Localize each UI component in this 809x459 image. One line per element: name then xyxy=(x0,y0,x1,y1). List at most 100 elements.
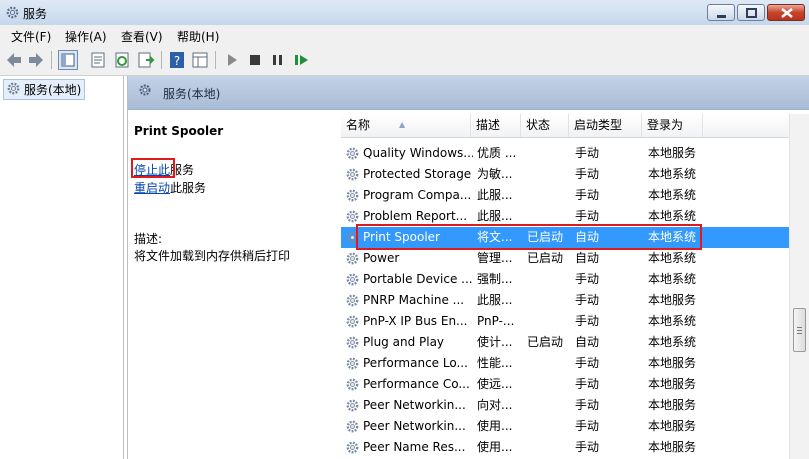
service-row[interactable]: Peer Name Res... 使用... 手动 本地服务 xyxy=(341,437,789,458)
service-gear-icon xyxy=(346,441,359,454)
start-service-icon[interactable] xyxy=(222,50,242,70)
service-row[interactable]: Quality Windows... 优质 ... 手动 本地服务 xyxy=(341,143,789,164)
description-text: 将文件加载到内存供稍后打印 xyxy=(134,249,291,263)
service-row[interactable]: Peer Networkin... 使用... 手动 本地服务 xyxy=(341,416,789,437)
toolbar: ? xyxy=(0,45,809,76)
service-logon-as: 本地服务 xyxy=(648,419,697,433)
service-status: 已启动 xyxy=(527,251,564,265)
service-gear-icon xyxy=(346,168,359,181)
pause-service-icon[interactable] xyxy=(268,50,288,70)
service-name: Plug and Play xyxy=(363,335,445,349)
service-description: 此服... xyxy=(477,293,513,307)
service-description: 向对... xyxy=(477,398,513,412)
restart-service-icon[interactable] xyxy=(291,50,311,70)
menu-action[interactable]: 操作(A) xyxy=(65,28,107,45)
service-row[interactable]: Program Compa... 此服... 手动 本地系统 xyxy=(341,185,789,206)
service-name: Protected Storage xyxy=(363,167,472,181)
service-logon-as: 本地服务 xyxy=(648,356,697,370)
column-header-startup-type[interactable]: 启动类型 xyxy=(569,114,642,137)
service-name: Quality Windows... xyxy=(363,146,473,160)
service-gear-icon xyxy=(346,231,359,244)
service-row[interactable]: Print Spooler 将文... 已启动 自动 本地系统 xyxy=(341,227,789,248)
maximize-button[interactable] xyxy=(737,4,765,21)
service-description: 使计... xyxy=(477,335,513,349)
title-bar: 服务 xyxy=(0,0,809,26)
toolbar-separator xyxy=(161,51,162,69)
service-row[interactable]: Peer Networkin... 向对... 手动 本地服务 xyxy=(341,395,789,416)
minimize-button[interactable] xyxy=(707,4,735,21)
view-icon[interactable] xyxy=(190,50,210,70)
service-gear-icon xyxy=(346,189,359,202)
service-startup-type: 手动 xyxy=(575,146,600,160)
scrollbar-thumb[interactable] xyxy=(793,308,806,352)
search-gear-icon xyxy=(139,84,151,96)
list-header: ▲ 名称 描述 状态 启动类型 登录为 xyxy=(341,114,789,138)
tree-node-services-local[interactable]: 服务(本地) xyxy=(3,79,86,100)
menu-view[interactable]: 查看(V) xyxy=(121,28,163,45)
column-header-name[interactable]: ▲ 名称 xyxy=(341,114,471,137)
service-gear-icon xyxy=(346,336,359,349)
properties-sheet-icon[interactable] xyxy=(88,50,108,70)
pane-header: 服务(本地) xyxy=(128,76,809,110)
service-description: 使用... xyxy=(477,440,513,454)
column-header-description-label: 描述 xyxy=(476,118,501,132)
service-row[interactable]: Performance Lo... 性能... 手动 本地服务 xyxy=(341,353,789,374)
service-startup-type: 手动 xyxy=(575,314,600,328)
close-button[interactable] xyxy=(767,4,805,21)
service-startup-type: 自动 xyxy=(575,335,600,349)
service-row[interactable]: PNRP Machine ... 此服... 手动 本地服务 xyxy=(341,290,789,311)
service-row[interactable]: PnP-X IP Bus En... PnP-... 手动 本地系统 xyxy=(341,311,789,332)
service-description: PnP-... xyxy=(477,314,515,328)
column-header-logon-as[interactable]: 登录为 xyxy=(642,114,703,137)
restart-service-link[interactable]: 重启动 xyxy=(134,181,170,195)
service-row[interactable]: Performance Co... 使远... 手动 本地服务 xyxy=(341,374,789,395)
show-console-tree-button[interactable] xyxy=(58,50,78,70)
service-startup-type: 手动 xyxy=(575,188,600,202)
service-gear-icon xyxy=(346,252,359,265)
sort-arrow-icon: ▲ xyxy=(399,120,406,129)
vertical-scrollbar[interactable] xyxy=(789,114,809,459)
column-header-status-label: 状态 xyxy=(526,118,551,132)
toolbar-separator xyxy=(215,51,216,69)
minimize-icon xyxy=(717,15,726,18)
service-logon-as: 本地系统 xyxy=(648,167,697,181)
service-row[interactable]: Power 管理... 已启动 自动 本地系统 xyxy=(341,248,789,269)
service-gear-icon xyxy=(346,357,359,370)
service-gear-icon xyxy=(346,294,359,307)
service-gear-icon xyxy=(346,210,359,223)
service-row[interactable]: Portable Device ... 强制... 手动 本地系统 xyxy=(341,269,789,290)
menu-file[interactable]: 文件(F) xyxy=(11,28,51,45)
refresh-icon[interactable] xyxy=(112,50,132,70)
service-name: Peer Networkin... xyxy=(363,398,466,412)
stop-service-icon[interactable] xyxy=(245,50,265,70)
back-arrow-icon[interactable] xyxy=(4,50,24,70)
forward-arrow-icon[interactable] xyxy=(26,50,46,70)
service-status xyxy=(527,437,571,458)
service-detail-panel: Print Spooler 停止此服务 重启动此服务 描述: 将文件加载到内存供… xyxy=(128,110,338,459)
toolbar-separator xyxy=(51,51,52,69)
column-header-status[interactable]: 状态 xyxy=(521,114,569,137)
description-label: 描述: xyxy=(134,232,163,246)
service-description: 将文... xyxy=(477,230,513,244)
column-header-description[interactable]: 描述 xyxy=(471,114,521,137)
service-row[interactable]: Protected Storage 为敏... 手动 本地系统 xyxy=(341,164,789,185)
export-list-icon[interactable] xyxy=(136,50,156,70)
service-description: 管理... xyxy=(477,251,513,265)
service-status: 已启动 xyxy=(527,230,564,244)
service-startup-type: 手动 xyxy=(575,440,600,454)
service-row[interactable]: Problem Report... 此服... 手动 本地系统 xyxy=(341,206,789,227)
service-logon-as: 本地系统 xyxy=(648,188,697,202)
service-name: Power xyxy=(363,251,400,265)
service-logon-as: 本地服务 xyxy=(648,293,697,307)
service-description: 此服... xyxy=(477,209,513,223)
stop-service-link[interactable]: 停止此 xyxy=(134,163,170,177)
service-row[interactable]: Plug and Play 使计... 已启动 自动 本地系统 xyxy=(341,332,789,353)
service-status xyxy=(527,395,571,416)
services-list: ▲ 名称 描述 状态 启动类型 登录为 Quality Windows... 优质… xyxy=(341,110,789,459)
help-icon[interactable]: ? xyxy=(167,50,187,70)
service-startup-type: 手动 xyxy=(575,356,600,370)
service-name: Portable Device ... xyxy=(363,272,473,286)
column-header-logon-as-label: 登录为 xyxy=(647,118,684,132)
service-startup-type: 手动 xyxy=(575,419,600,433)
menu-help[interactable]: 帮助(H) xyxy=(177,28,219,45)
